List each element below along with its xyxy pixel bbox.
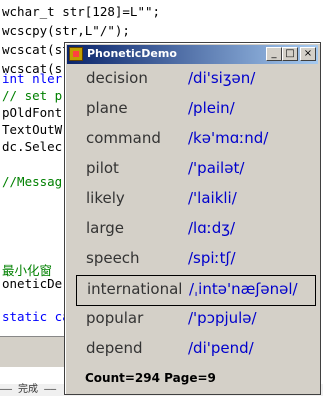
list-item[interactable]: decision /di'siʒən/ — [76, 67, 316, 94]
list-item[interactable]: speech /spiːtʃ/ — [76, 247, 316, 274]
word-label: speech — [86, 249, 140, 267]
close-button[interactable]: × — [300, 47, 316, 61]
minimize-button[interactable]: _ — [266, 47, 282, 61]
code-line: dc.Selec — [2, 139, 63, 154]
app-icon[interactable] — [69, 47, 83, 61]
code-line: //Messag — [2, 174, 63, 189]
code-line: wcscpy(str,L"/"); — [2, 23, 130, 38]
output-pane — [0, 336, 64, 367]
word-label: decision — [86, 69, 148, 87]
code-line: wchar_t str[128]=L""; — [2, 4, 161, 19]
phonetic-label: /'pailət/ — [188, 159, 245, 177]
phonetic-demo-window: PhoneticDemo _ □ × decision /di'siʒən/ p… — [64, 42, 321, 395]
phonetic-label: /kə'mɑːnd/ — [188, 129, 269, 147]
word-label: pilot — [86, 159, 119, 177]
word-label: command — [86, 129, 161, 147]
list-item[interactable]: depend /di'pend/ — [76, 337, 316, 364]
word-label: large — [86, 219, 125, 237]
list-item[interactable]: popular /'pɔpjulə/ — [76, 307, 316, 334]
word-label: popular — [86, 309, 144, 327]
window-title: PhoneticDemo — [87, 47, 177, 60]
phonetic-label: /ˌintə'næʃənəl/ — [189, 280, 298, 298]
phonetic-label: /plein/ — [188, 99, 235, 117]
word-label: depend — [86, 339, 143, 357]
code-line: static ca — [2, 309, 70, 324]
word-list: decision /di'siʒən/ plane /plein/ comman… — [69, 66, 316, 391]
word-label: international — [87, 280, 183, 298]
list-item[interactable]: plane /plein/ — [76, 97, 316, 124]
list-item-selected[interactable]: international /ˌintə'næʃənəl/ — [76, 275, 316, 306]
list-item[interactable]: likely /'laikli/ — [76, 187, 316, 214]
phonetic-label: /'laikli/ — [188, 189, 237, 207]
word-label: likely — [86, 189, 125, 207]
word-label: plane — [86, 99, 128, 117]
phonetic-label: /di'pend/ — [188, 339, 254, 357]
list-item[interactable]: pilot /'pailət/ — [76, 157, 316, 184]
maximize-button[interactable]: □ — [282, 47, 298, 61]
phonetic-label: /di'siʒən/ — [188, 69, 256, 87]
phonetic-label: /lɑːdʒ/ — [188, 219, 236, 237]
phonetic-label: /'pɔpjulə/ — [188, 309, 257, 327]
count-page-status: Count=294 Page=9 — [85, 371, 216, 385]
phonetic-label: /spiːtʃ/ — [188, 249, 236, 267]
list-item[interactable]: command /kə'mɑːnd/ — [76, 127, 316, 154]
code-line: oneticDe — [2, 276, 63, 291]
list-item[interactable]: large /lɑːdʒ/ — [76, 217, 316, 244]
title-bar[interactable]: PhoneticDemo _ □ × — [67, 45, 318, 64]
